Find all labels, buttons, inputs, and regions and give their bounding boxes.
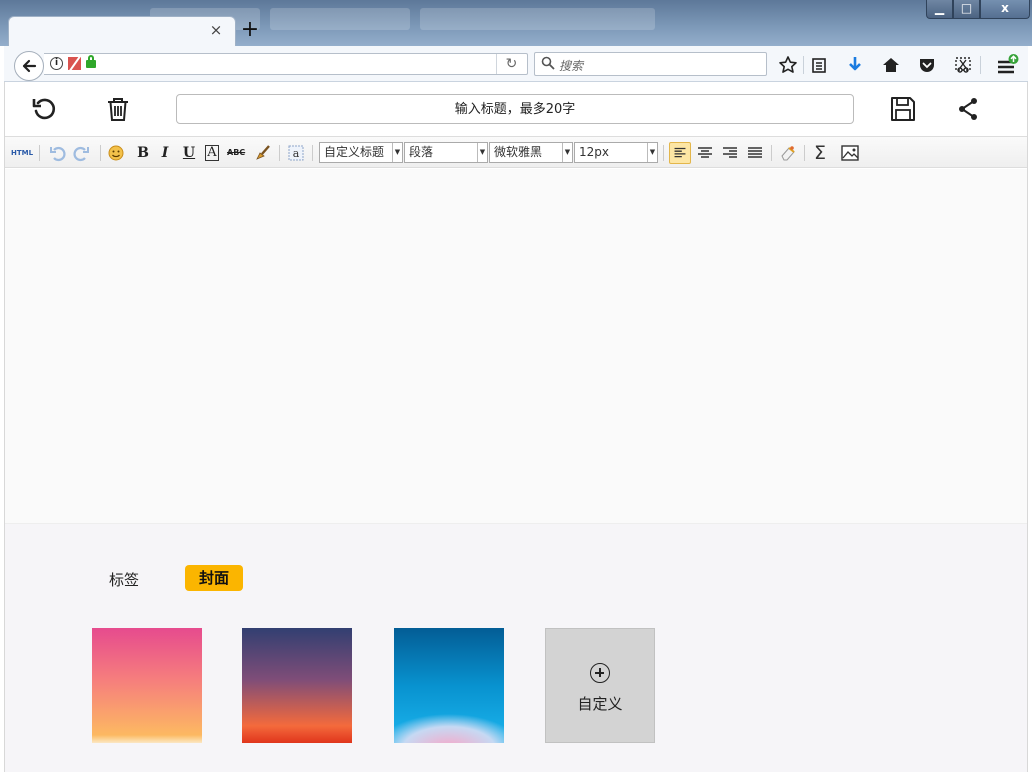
strikethrough-button[interactable]: ABC [227,143,245,163]
clear-format-icon[interactable] [778,143,798,163]
rich-text-toolbar: HTML B I U A ABC a 自定义标题 ▼ 段落 ▼ 微软雅黑 ▼ 1… [5,136,1027,168]
align-left-icon[interactable] [669,142,691,164]
svg-text:a: a [293,147,300,160]
toolbar-separator [312,145,313,161]
blurred-tab [270,8,410,30]
custom-heading-select[interactable]: 自定义标题 ▼ [319,142,403,163]
cover-panel: 标签 封面 自定义 [5,523,1027,772]
new-tab-button[interactable]: + [240,19,260,41]
close-window-button[interactable]: x [980,0,1030,19]
font-size-value: 12px [579,145,609,159]
reload-icon[interactable]: ↻ [496,54,526,74]
anchor-icon[interactable]: a [287,143,305,163]
cover-option-blue-horizon[interactable] [394,628,504,743]
font-family-select[interactable]: 微软雅黑 ▼ [489,142,573,163]
format-brush-icon[interactable] [254,143,272,163]
paragraph-value: 段落 [409,145,434,159]
editor-page: HTML B I U A ABC a 自定义 [4,82,1028,772]
chevron-down-icon: ▼ [477,143,487,162]
maximize-button[interactable]: □ [953,0,980,19]
cover-custom-button[interactable]: 自定义 [545,628,655,743]
download-icon[interactable] [844,54,866,76]
toolbar-separator [804,145,805,161]
minimize-button[interactable]: ▁ [926,0,953,19]
toolbar-separator [100,145,101,161]
italic-button[interactable]: I [156,143,174,163]
toolbar-separator [771,145,772,161]
cover-option-purple-sunset[interactable] [242,628,352,743]
html-source-button[interactable]: HTML [11,143,33,163]
search-bar[interactable]: 搜索 [534,52,767,76]
align-center-icon[interactable] [695,143,715,163]
bold-button[interactable]: B [134,143,152,163]
lock-icon[interactable] [86,55,96,68]
chevron-down-icon: ▼ [647,143,657,162]
window-controls: ▁ □ x [926,0,1030,20]
font-border-button[interactable]: A [205,145,219,161]
chevron-down-icon: ▼ [562,143,572,162]
tab-close-icon[interactable]: × [209,22,223,38]
browser-navbar: i ↻ 搜索 [4,46,1028,82]
star-icon[interactable] [777,54,799,76]
font-family-value: 微软雅黑 [494,145,543,159]
custom-cover-label: 自定义 [577,695,623,713]
browser-tab-active[interactable] [8,16,236,46]
emoji-icon[interactable] [107,143,125,163]
insert-image-icon[interactable] [839,143,861,163]
editor-content-area[interactable] [5,169,1027,523]
blurred-tab [420,8,655,30]
top-toolbar [5,82,1027,136]
home-icon[interactable] [880,54,902,76]
reading-list-icon[interactable] [808,54,830,76]
undo-icon[interactable] [29,94,59,124]
blocked-content-icon[interactable] [68,57,81,70]
paragraph-select[interactable]: 段落 ▼ [404,142,488,163]
screenshot-icon[interactable] [952,54,974,76]
pocket-icon[interactable] [916,54,938,76]
tab-cover[interactable]: 封面 [185,565,243,591]
back-arrow-icon [22,59,37,73]
url-bar[interactable]: i ↻ [44,53,528,75]
chevron-down-icon: ▼ [392,143,402,162]
info-icon[interactable]: i [50,57,63,70]
font-size-select[interactable]: 12px ▼ [574,142,658,163]
trash-icon[interactable] [103,94,133,124]
formula-button[interactable]: Σ [811,143,829,163]
toolbar-separator [279,145,280,161]
cover-option-pink-sunset[interactable] [92,628,202,743]
share-icon[interactable] [953,94,983,124]
plus-circle-icon [590,663,610,683]
align-right-icon[interactable] [720,143,740,163]
menu-icon[interactable] [994,52,1020,78]
back-button[interactable] [14,51,44,81]
underline-button[interactable]: U [180,143,198,163]
toolbar-separator [663,145,664,161]
navbar-separator [980,56,981,74]
toolbar-separator [39,145,40,161]
redo-toolbar-icon[interactable] [73,143,91,163]
custom-heading-value: 自定义标题 [324,145,385,159]
undo-toolbar-icon[interactable] [48,143,66,163]
navbar-separator [803,56,804,74]
tab-tags[interactable]: 标签 [109,569,139,590]
search-placeholder: 搜索 [559,59,584,73]
align-justify-icon[interactable] [745,143,765,163]
save-icon[interactable] [888,94,918,124]
title-input[interactable] [176,94,854,124]
search-icon [541,56,555,70]
